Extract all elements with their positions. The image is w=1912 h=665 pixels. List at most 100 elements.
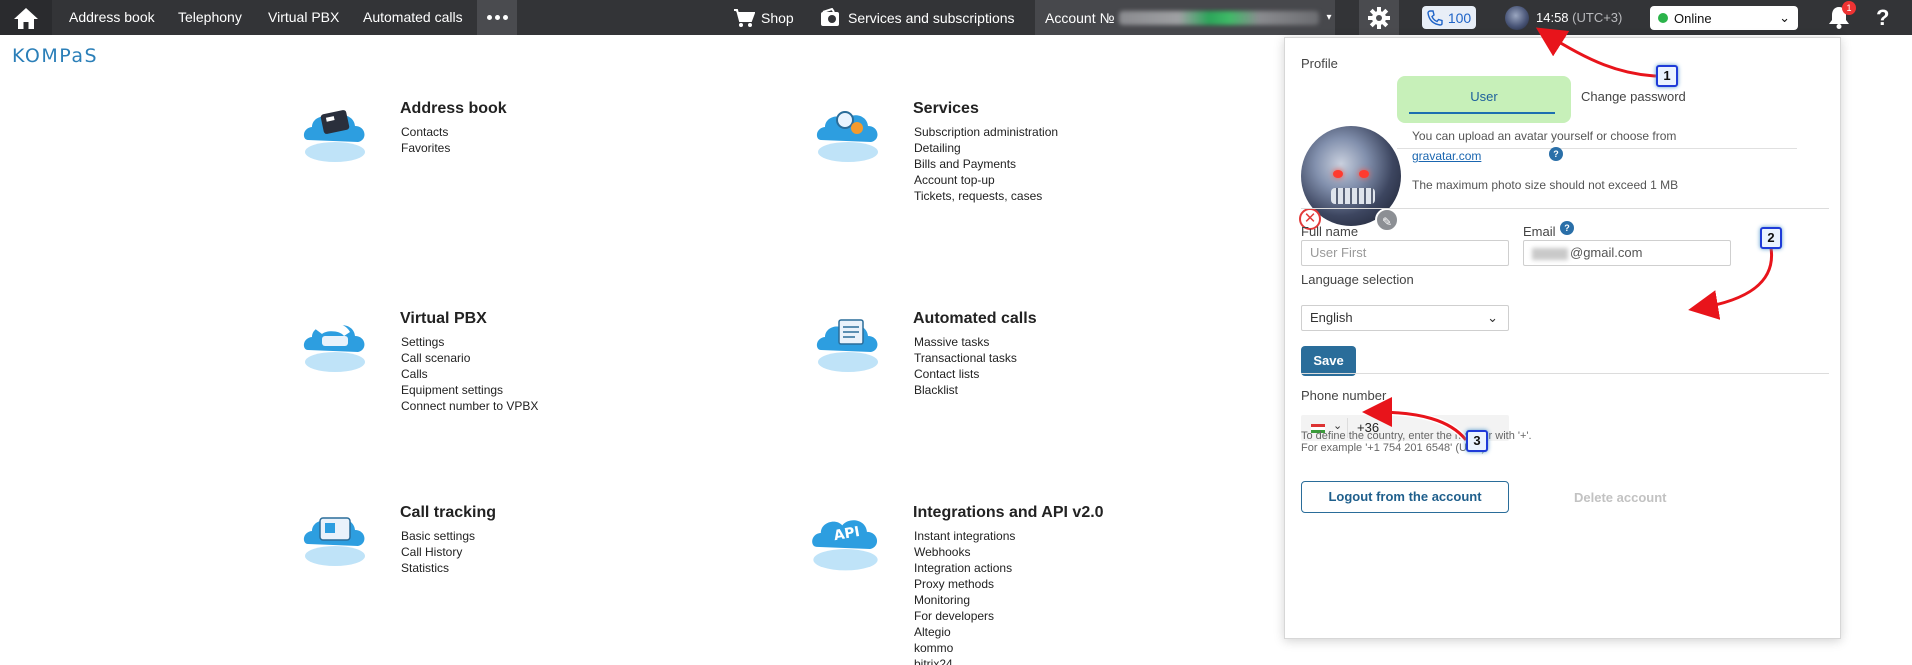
- services-icon: [816, 111, 878, 162]
- clock-timezone: (UTC+3): [1572, 10, 1623, 25]
- avatar-upload-text: You can upload an avatar yourself or cho…: [1412, 129, 1677, 143]
- link-massive-tasks[interactable]: Massive tasks: [914, 334, 1017, 350]
- link-statistics[interactable]: Statistics: [401, 560, 475, 576]
- link-contact-lists[interactable]: Contact lists: [914, 366, 1017, 382]
- link-for-developers[interactable]: For developers: [914, 608, 1015, 624]
- edit-avatar-icon[interactable]: ✎: [1375, 208, 1399, 232]
- max-photo-size-text: The maximum photo size should not exceed…: [1412, 178, 1679, 192]
- section-integrations: API Integrations and API v2.0 Instant in…: [808, 504, 1188, 665]
- annotation-marker-1: 1: [1656, 65, 1678, 87]
- top-navigation-bar: Address book Telephony Virtual PBX Autom…: [0, 0, 1912, 35]
- tab-user-label: User: [1470, 89, 1498, 104]
- kompas-logo[interactable]: KOMPaS: [12, 45, 98, 67]
- address-book-icon: [303, 110, 365, 162]
- language-select[interactable]: English ⌄: [1301, 305, 1509, 331]
- services-subscriptions-link[interactable]: Services and subscriptions: [820, 0, 1015, 35]
- tab-change-password[interactable]: Change password: [1581, 89, 1686, 104]
- account-selector[interactable]: Account № ▾: [1035, 0, 1335, 35]
- help-button[interactable]: ?: [1876, 0, 1889, 35]
- section-address-book: Address book Contacts Favorites: [300, 100, 680, 200]
- email-input[interactable]: @gmail.com: [1523, 240, 1731, 266]
- more-menu-button[interactable]: [477, 0, 517, 35]
- link-webhooks[interactable]: Webhooks: [914, 544, 1015, 560]
- link-tickets[interactable]: Tickets, requests, cases: [914, 188, 1058, 204]
- tab-user[interactable]: User: [1397, 76, 1571, 123]
- link-instant-integrations[interactable]: Instant integrations: [914, 528, 1015, 544]
- nav-automated-calls[interactable]: Automated calls: [363, 0, 463, 35]
- section-title[interactable]: Virtual PBX: [400, 310, 487, 328]
- link-connect-number[interactable]: Connect number to VPBX: [401, 398, 538, 414]
- link-detailing[interactable]: Detailing: [914, 140, 1058, 156]
- services-label: Services and subscriptions: [848, 9, 1015, 26]
- link-kommo[interactable]: kommo: [914, 640, 1015, 656]
- email-blurred-part: [1532, 247, 1568, 260]
- virtual-pbx-icon: [303, 322, 365, 372]
- delete-account-button[interactable]: Delete account: [1574, 490, 1666, 505]
- calls-counter[interactable]: 100: [1422, 6, 1476, 29]
- phone-label: Phone number: [1301, 388, 1387, 403]
- link-equipment-settings[interactable]: Equipment settings: [401, 382, 538, 398]
- link-calls[interactable]: Calls: [401, 366, 538, 382]
- user-avatar-button[interactable]: [1505, 6, 1529, 30]
- nav-address-book[interactable]: Address book: [69, 0, 155, 35]
- account-label: Account №: [1045, 9, 1115, 26]
- link-monitoring[interactable]: Monitoring: [914, 592, 1015, 608]
- link-contacts[interactable]: Contacts: [401, 124, 450, 140]
- annotation-marker-2: 2: [1760, 227, 1782, 249]
- nav-virtual-pbx[interactable]: Virtual PBX: [268, 0, 339, 35]
- link-bitrix24[interactable]: bitrix24: [914, 656, 1015, 665]
- chevron-down-icon: ⌄: [1487, 310, 1498, 325]
- online-status-dot: [1658, 13, 1668, 23]
- phone-icon: [1427, 9, 1443, 26]
- home-button[interactable]: [0, 0, 52, 35]
- link-bills-payments[interactable]: Bills and Payments: [914, 156, 1058, 172]
- profile-title: Profile: [1301, 56, 1338, 71]
- link-integration-actions[interactable]: Integration actions: [914, 560, 1015, 576]
- link-transactional-tasks[interactable]: Transactional tasks: [914, 350, 1017, 366]
- section-title[interactable]: Address book: [400, 100, 507, 118]
- section-title[interactable]: Automated calls: [913, 310, 1037, 328]
- link-favorites[interactable]: Favorites: [401, 140, 450, 156]
- status-value: Online: [1674, 10, 1712, 26]
- link-blacklist[interactable]: Blacklist: [914, 382, 1017, 398]
- gravatar-link[interactable]: gravatar.com: [1412, 149, 1481, 163]
- more-dots-icon: [486, 15, 492, 20]
- cart-icon: [734, 8, 755, 27]
- link-basic-settings[interactable]: Basic settings: [401, 528, 475, 544]
- section-services: Services Subscription administration Det…: [813, 100, 1193, 230]
- link-account-topup[interactable]: Account top-up: [914, 172, 1058, 188]
- section-virtual-pbx: Virtual PBX Settings Call scenario Calls…: [300, 310, 680, 440]
- shop-label: Shop: [761, 9, 794, 26]
- notification-badge: 1: [1842, 1, 1856, 15]
- section-automated-calls: Automated calls Massive tasks Transactio…: [813, 310, 1193, 410]
- calls-count: 100: [1447, 9, 1472, 26]
- settings-button[interactable]: [1359, 0, 1399, 35]
- api-icon: API: [812, 520, 878, 571]
- automated-calls-icon: [816, 319, 878, 372]
- call-tracking-icon: [303, 517, 365, 566]
- logout-button[interactable]: Logout from the account: [1301, 481, 1509, 513]
- link-call-history[interactable]: Call History: [401, 544, 475, 560]
- nav-telephony[interactable]: Telephony: [178, 0, 242, 35]
- link-call-scenario[interactable]: Call scenario: [401, 350, 538, 366]
- full-name-input[interactable]: User First: [1301, 240, 1509, 266]
- section-title[interactable]: Integrations and API v2.0: [913, 504, 1104, 522]
- notifications-button[interactable]: 1: [1826, 1, 1856, 30]
- email-help-icon[interactable]: ?: [1560, 221, 1574, 235]
- link-altegio[interactable]: Altegio: [914, 624, 1015, 640]
- language-label: Language selection: [1301, 272, 1414, 287]
- active-tab-underline: [1409, 112, 1555, 114]
- link-subscription-administration[interactable]: Subscription administration: [914, 124, 1058, 140]
- clock: 14:58 (UTC+3): [1536, 0, 1622, 35]
- shop-link[interactable]: Shop: [733, 0, 794, 35]
- status-select[interactable]: Online ⌄: [1650, 6, 1798, 30]
- section-title[interactable]: Call tracking: [400, 504, 496, 522]
- gravatar-help-icon[interactable]: ?: [1549, 147, 1563, 161]
- section-title[interactable]: Services: [913, 100, 979, 118]
- clock-time: 14:58: [1536, 10, 1569, 25]
- profile-tabs: User Change password: [1397, 76, 1797, 149]
- link-pbx-settings[interactable]: Settings: [401, 334, 538, 350]
- save-button[interactable]: Save: [1301, 346, 1356, 376]
- gear-icon: [1368, 6, 1390, 29]
- link-proxy-methods[interactable]: Proxy methods: [914, 576, 1015, 592]
